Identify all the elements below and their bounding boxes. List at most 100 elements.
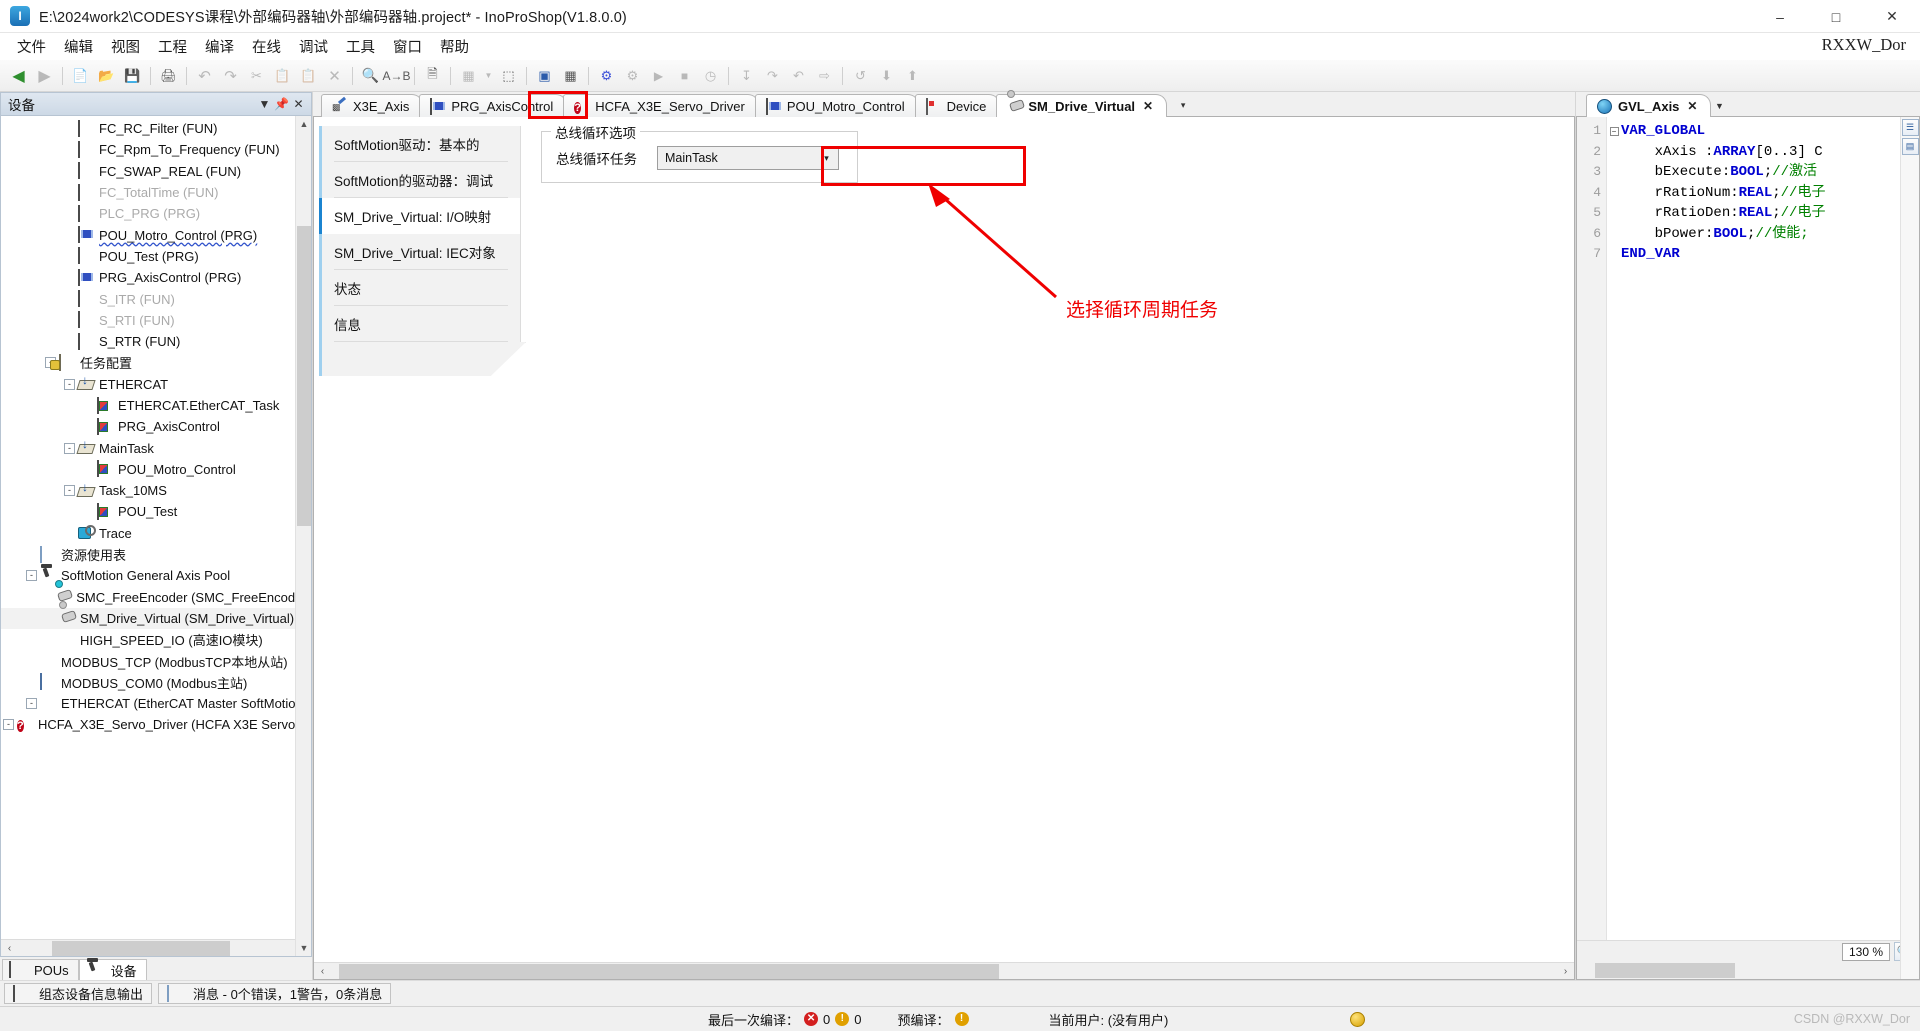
- scroll-down-arrow-icon[interactable]: ▼: [296, 940, 311, 956]
- tree-item[interactable]: S_ITR (FUN): [1, 288, 311, 309]
- toolbox-icon[interactable]: ☰: [1901, 119, 1919, 136]
- scroll-right-arrow-icon[interactable]: ›: [1557, 962, 1574, 979]
- redo-icon[interactable]: ↷: [218, 64, 243, 88]
- tree-item[interactable]: SM_Drive_Virtual (SM_Drive_Virtual): [1, 607, 311, 630]
- tree-item[interactable]: - SoftMotion General Axis Pool: [1, 565, 311, 586]
- tree-item[interactable]: - Task_10MS: [1, 480, 311, 501]
- tree-item[interactable]: FC_RC_Filter (FUN): [1, 118, 311, 139]
- tree-item[interactable]: Trace: [1, 523, 311, 544]
- menu-edit[interactable]: 编辑: [55, 33, 102, 60]
- menu-file[interactable]: 文件: [8, 33, 55, 60]
- tree-expander-icon[interactable]: -: [64, 378, 75, 390]
- tree-item[interactable]: -? HCFA_X3E_Servo_Driver (HCFA X3E Servo …: [1, 714, 311, 735]
- back-icon[interactable]: ◀: [6, 64, 31, 88]
- tree-item[interactable]: ETHERCAT.EtherCAT_Task: [1, 395, 311, 416]
- forward-icon[interactable]: ▶: [32, 64, 57, 88]
- editor-tab-hcfa-x3e-servo-driver[interactable]: ? HCFA_X3E_Servo_Driver: [563, 94, 759, 117]
- editor-subtab-0[interactable]: SoftMotion驱动：基本的: [319, 126, 521, 162]
- editor-tab-prg-axiscontrol[interactable]: PRG_AxisControl: [419, 94, 568, 117]
- menu-project[interactable]: 工程: [149, 33, 196, 60]
- dock-tab-messages[interactable]: 消息 - 0个错误，1警告，0条消息: [158, 983, 392, 1004]
- tree-item[interactable]: POU_Motro_Control (PRG): [1, 224, 311, 245]
- print-icon[interactable]: 🖨: [156, 64, 181, 88]
- logout-icon[interactable]: ▦: [558, 64, 583, 88]
- dock-tab-device-output[interactable]: 组态设备信息输出: [4, 983, 153, 1004]
- tree-item[interactable]: PRG_AxisControl: [1, 416, 311, 437]
- tree-item[interactable]: POU_Test (PRG): [1, 246, 311, 267]
- chevron-down-icon[interactable]: ▼: [1711, 94, 1727, 117]
- force-values-icon[interactable]: ⬆: [900, 64, 925, 88]
- step-into-icon[interactable]: ↧: [734, 64, 759, 88]
- properties-icon[interactable]: 🗎: [420, 64, 445, 88]
- tree-hscroll-thumb[interactable]: [52, 940, 230, 956]
- step-out-icon[interactable]: ↶: [786, 64, 811, 88]
- editor-subtab-5[interactable]: 信息: [319, 306, 521, 342]
- tree-item[interactable]: FC_Rpm_To_Frequency (FUN): [1, 139, 311, 160]
- tree-expander-icon[interactable]: -: [26, 698, 37, 710]
- write-values-icon[interactable]: ⬇: [874, 64, 899, 88]
- menu-help[interactable]: 帮助: [431, 33, 478, 60]
- menu-debug[interactable]: 调试: [290, 33, 337, 60]
- paste-icon[interactable]: 📋: [296, 64, 321, 88]
- fold-toggle-icon[interactable]: −: [1609, 127, 1619, 136]
- editor-subtab-1[interactable]: SoftMotion的驱动器：调试: [319, 162, 521, 198]
- tree-item[interactable]: FC_SWAP_REAL (FUN): [1, 161, 311, 182]
- build-icon[interactable]: ▦: [456, 64, 481, 88]
- tree-item[interactable]: - ETHERCAT (EtherCAT Master SoftMotion): [1, 693, 311, 714]
- tree-expander-icon[interactable]: -: [26, 570, 37, 582]
- tab-devices[interactable]: 设备: [78, 959, 147, 980]
- tree-item[interactable]: PRG_AxisControl (PRG): [1, 267, 311, 288]
- editor-subtab-2[interactable]: SM_Drive_Virtual: I/O映射: [319, 198, 521, 234]
- chevron-down-icon[interactable]: ▼: [256, 97, 273, 111]
- delete-icon[interactable]: ✕: [322, 64, 347, 88]
- editor-tab-x3e-axis[interactable]: ▩ X3E_Axis: [321, 94, 424, 117]
- tree-item[interactable]: - MainTask: [1, 437, 311, 458]
- breakpoint-icon[interactable]: ◷: [698, 64, 723, 88]
- find-icon[interactable]: 🔍: [358, 64, 383, 88]
- tree-vertical-scrollbar[interactable]: ▲ ▼: [295, 116, 311, 956]
- open-folder-icon[interactable]: 📂: [94, 64, 119, 88]
- tree-horizontal-scrollbar[interactable]: ‹ ›: [1, 939, 311, 956]
- code-editor[interactable]: 1 2 3 4 5 6 7 − VAR_GLOBAL xAxis :ARRAY[0..3] …: [1576, 117, 1920, 980]
- tree-item[interactable]: FC_TotalTime (FUN): [1, 182, 311, 203]
- tree-expander-icon[interactable]: -: [64, 442, 75, 454]
- minimize-button[interactable]: –: [1752, 0, 1808, 33]
- tree-item[interactable]: POU_Test: [1, 501, 311, 522]
- editor-tab-list-chevron-down-icon[interactable]: ▾: [1175, 94, 1191, 117]
- properties-icon[interactable]: ▤: [1901, 138, 1919, 155]
- scroll-up-arrow-icon[interactable]: ▲: [296, 116, 311, 132]
- close-icon[interactable]: ✕: [1143, 99, 1153, 113]
- online-config-off-icon[interactable]: ⚙: [620, 64, 645, 88]
- scroll-left-arrow-icon[interactable]: ‹: [1, 939, 18, 956]
- build-dropdown-icon[interactable]: ▼: [482, 64, 495, 88]
- bus-cycle-task-combobox[interactable]: MainTask ▾: [657, 146, 839, 170]
- undo-icon[interactable]: ↶: [192, 64, 217, 88]
- tree-hscroll-track[interactable]: [18, 939, 294, 956]
- menu-build[interactable]: 编译: [196, 33, 243, 60]
- tree-item[interactable]: MODBUS_COM0 (Modbus主站): [1, 672, 311, 693]
- close-icon[interactable]: ✕: [1687, 99, 1697, 113]
- editor-subtab-4[interactable]: 状态: [319, 270, 521, 306]
- login-icon[interactable]: ▣: [532, 64, 557, 88]
- code-hscroll-thumb[interactable]: [1595, 963, 1735, 978]
- step-over-icon[interactable]: ↷: [760, 64, 785, 88]
- run-icon[interactable]: ▶: [646, 64, 671, 88]
- online-config-icon[interactable]: ⚙: [594, 64, 619, 88]
- editor-hscroll-thumb[interactable]: [339, 963, 999, 979]
- tree-item[interactable]: POU_Motro_Control: [1, 459, 311, 480]
- code-fold-column[interactable]: −: [1607, 117, 1621, 940]
- editor-subtab-3[interactable]: SM_Drive_Virtual: IEC对象: [319, 234, 521, 270]
- save-icon[interactable]: 💾: [120, 64, 145, 88]
- tree-scroll-thumb[interactable]: [297, 226, 311, 526]
- single-cycle-icon[interactable]: ⇨: [812, 64, 837, 88]
- tree-item[interactable]: -任务配置: [1, 352, 311, 373]
- menu-online[interactable]: 在线: [243, 33, 290, 60]
- close-icon[interactable]: ✕: [290, 97, 307, 111]
- scroll-left-arrow-icon[interactable]: ‹: [314, 962, 331, 979]
- tree-expander-icon[interactable]: -: [3, 719, 14, 731]
- new-file-icon[interactable]: 📄: [68, 64, 93, 88]
- tree-item[interactable]: SMC_FreeEncoder (SMC_FreeEncoder): [1, 587, 311, 608]
- tree-item[interactable]: S_RTR (FUN): [1, 331, 311, 352]
- zoom-level-value[interactable]: 130 %: [1842, 942, 1890, 961]
- tree-item[interactable]: 资源使用表: [1, 544, 311, 565]
